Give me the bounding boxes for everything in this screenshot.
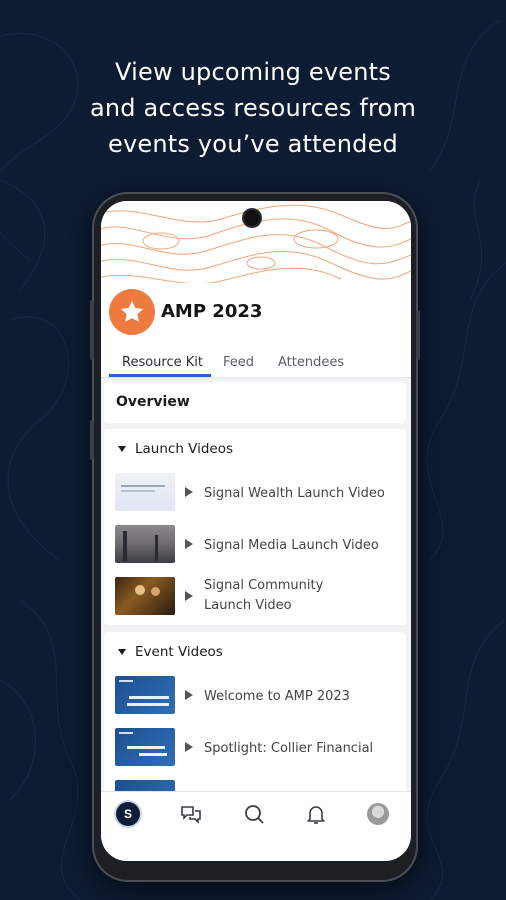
star-icon bbox=[120, 300, 144, 322]
nav-search[interactable] bbox=[241, 801, 267, 827]
video-thumbnail bbox=[115, 728, 175, 766]
play-icon bbox=[185, 591, 193, 601]
bottom-navigation: S bbox=[101, 791, 411, 861]
play-icon bbox=[185, 487, 193, 497]
nav-notifications[interactable] bbox=[303, 801, 329, 827]
event-videos-section: Event Videos Welcome to AMP 2023 Spotlig… bbox=[104, 632, 406, 818]
launch-videos-section: Launch Videos Signal Wealth Launch Video… bbox=[104, 429, 406, 625]
event-header: AMP 2023 Resource Kit Feed Attendees bbox=[101, 283, 411, 378]
video-title: Spotlight: Collier Financial bbox=[204, 741, 374, 756]
video-title: Welcome to AMP 2023 bbox=[204, 689, 350, 704]
search-icon bbox=[245, 805, 264, 824]
event-logo bbox=[109, 289, 155, 335]
video-thumbnail bbox=[115, 525, 175, 563]
tab-attendees[interactable]: Attendees bbox=[278, 355, 344, 370]
video-thumbnail bbox=[115, 577, 175, 615]
headline-line-1: View upcoming events bbox=[115, 58, 391, 86]
section-title: Launch Videos bbox=[135, 441, 234, 457]
nav-home[interactable]: S bbox=[115, 801, 141, 827]
overview-card[interactable]: Overview bbox=[104, 382, 406, 423]
video-item[interactable]: Signal Wealth Launch Video bbox=[115, 473, 405, 513]
video-item[interactable]: Signal Community Launch Video bbox=[115, 577, 405, 617]
phone-power-button bbox=[416, 310, 420, 360]
chat-bubbles-icon bbox=[181, 806, 201, 824]
video-title-line-1: Signal Community bbox=[204, 578, 324, 593]
chevron-down-icon bbox=[118, 446, 126, 452]
tab-feed[interactable]: Feed bbox=[223, 355, 254, 370]
video-title: Signal Media Launch Video bbox=[204, 538, 379, 553]
section-header-event-videos[interactable]: Event Videos bbox=[118, 644, 223, 660]
promo-headline: View upcoming events and access resource… bbox=[0, 54, 506, 162]
front-camera bbox=[244, 210, 260, 226]
home-logo-icon: S bbox=[116, 802, 140, 826]
headline-line-3: events you’ve attended bbox=[108, 130, 398, 158]
phone-side-button bbox=[90, 420, 94, 460]
video-title: Signal Wealth Launch Video bbox=[204, 486, 385, 501]
play-icon bbox=[185, 690, 193, 700]
video-title-line-2: Launch Video bbox=[204, 598, 292, 613]
nav-messages[interactable] bbox=[178, 801, 204, 827]
video-thumbnail bbox=[115, 473, 175, 511]
nav-profile[interactable] bbox=[365, 801, 391, 827]
phone-screen: AMP 2023 Resource Kit Feed Attendees Ove… bbox=[101, 201, 411, 861]
phone-side-button bbox=[90, 300, 94, 360]
active-tab-indicator bbox=[109, 374, 211, 377]
overview-label: Overview bbox=[116, 394, 190, 410]
play-icon bbox=[185, 539, 193, 549]
video-item[interactable]: Welcome to AMP 2023 bbox=[115, 676, 405, 716]
section-title: Event Videos bbox=[135, 644, 223, 660]
video-item[interactable]: Signal Media Launch Video bbox=[115, 525, 405, 565]
play-icon bbox=[185, 742, 193, 752]
tab-resource-kit[interactable]: Resource Kit bbox=[122, 355, 203, 370]
chevron-down-icon bbox=[118, 649, 126, 655]
video-item[interactable]: Spotlight: Collier Financial bbox=[115, 728, 405, 768]
video-thumbnail bbox=[115, 676, 175, 714]
event-title: AMP 2023 bbox=[161, 301, 263, 322]
bell-icon bbox=[306, 806, 326, 824]
profile-avatar-icon bbox=[367, 803, 389, 825]
section-header-launch-videos[interactable]: Launch Videos bbox=[118, 441, 233, 457]
headline-line-2: and access resources from bbox=[89, 94, 417, 122]
event-tabs: Resource Kit Feed Attendees bbox=[101, 351, 411, 378]
video-title: Signal Community Launch Video bbox=[204, 576, 394, 616]
